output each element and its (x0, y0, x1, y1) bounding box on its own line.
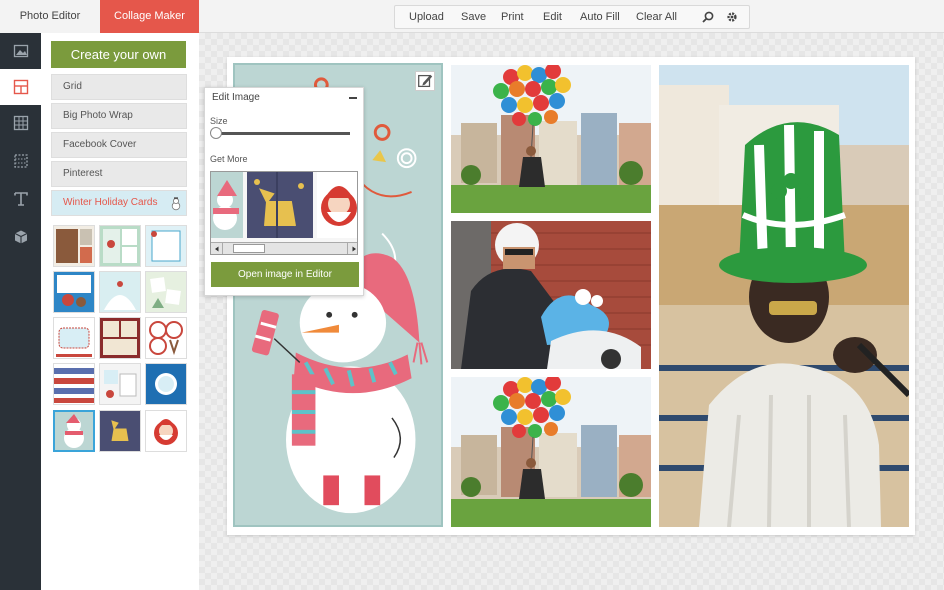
template-thumbnail[interactable] (99, 271, 141, 313)
category-winter-holiday-cards[interactable]: Winter Holiday Cards (51, 190, 187, 216)
rail-layout-icon[interactable] (0, 69, 41, 105)
collage-cell-balloons-bottom[interactable] (451, 377, 651, 527)
gear-icon[interactable] (725, 10, 739, 24)
category-big-photo-wrap[interactable]: Big Photo Wrap (51, 103, 187, 129)
pattern-icon (13, 154, 28, 168)
tab-photo-editor[interactable]: Photo Editor (0, 0, 100, 33)
search-icon[interactable] (701, 10, 715, 24)
rail-grid-icon[interactable] (0, 105, 41, 141)
category-label: Winter Holiday Cards (63, 197, 158, 208)
text-icon (13, 192, 28, 206)
category-grid[interactable]: Grid (51, 74, 187, 100)
template-thumbnail[interactable] (145, 363, 187, 405)
template-thumbnail[interactable] (145, 410, 187, 452)
size-slider-track[interactable] (214, 132, 350, 135)
image-icon (13, 44, 28, 58)
get-more-image-strip (210, 171, 358, 255)
save-button[interactable]: Save (461, 6, 486, 28)
grid-icon (13, 115, 28, 131)
scroll-right-icon[interactable] (347, 243, 357, 254)
template-thumbnail[interactable] (53, 363, 95, 405)
layout-icon (13, 79, 28, 95)
template-thumbnail[interactable] (99, 410, 141, 452)
edit-cell-icon[interactable] (415, 71, 435, 91)
collage-cell-balloons-top[interactable] (451, 65, 651, 213)
popup-title: Edit Image (212, 92, 260, 103)
minimize-icon[interactable] (349, 97, 357, 99)
scroll-left-icon[interactable] (211, 243, 223, 254)
collage-cell-rider[interactable] (451, 221, 651, 369)
open-image-in-editor-button[interactable]: Open image in Editor (211, 262, 359, 287)
template-thumbnail[interactable] (145, 225, 187, 267)
template-thumbnail[interactable] (53, 271, 95, 313)
get-more-thumbnail[interactable] (211, 172, 243, 238)
snowman-icon (171, 197, 181, 211)
template-thumbnail[interactable] (99, 225, 141, 267)
rail-box-icon[interactable] (0, 219, 41, 255)
auto-fill-button[interactable]: Auto Fill (580, 6, 620, 28)
size-slider-handle[interactable] (210, 127, 222, 139)
scroll-thumb[interactable] (233, 244, 265, 253)
category-facebook-cover[interactable]: Facebook Cover (51, 132, 187, 158)
create-your-own-button[interactable]: Create your own (51, 41, 186, 68)
template-panel: Create your own Grid Big Photo Wrap Face… (41, 33, 199, 590)
tool-rail (0, 33, 41, 590)
toolbar: Upload Save Print Edit Auto Fill Clear A… (394, 5, 750, 29)
strip-scrollbar[interactable] (211, 242, 357, 254)
edit-button[interactable]: Edit (543, 6, 562, 28)
template-thumbnail[interactable] (53, 317, 95, 359)
top-bar: Photo Editor Collage Maker Upload Save P… (0, 0, 944, 39)
clear-all-button[interactable]: Clear All (636, 6, 677, 28)
get-more-label: Get More (210, 154, 248, 164)
print-button[interactable]: Print (501, 6, 524, 28)
rail-pattern-icon[interactable] (0, 143, 41, 179)
get-more-thumbnail[interactable] (317, 172, 357, 238)
edit-image-popup: Edit Image Size Get More Open image in E… (204, 87, 364, 296)
template-thumbnail[interactable] (99, 363, 141, 405)
template-thumbnail[interactable] (53, 225, 95, 267)
rail-text-icon[interactable] (0, 181, 41, 217)
template-thumbnail[interactable] (145, 317, 187, 359)
collage-cell-hat-man[interactable] (659, 65, 909, 527)
upload-button[interactable]: Upload (409, 6, 444, 28)
tab-collage-maker[interactable]: Collage Maker (100, 0, 199, 39)
template-thumbnail[interactable] (145, 271, 187, 313)
rail-image-icon[interactable] (0, 33, 41, 69)
template-thumbnail-selected[interactable] (53, 410, 95, 452)
template-thumbnail[interactable] (99, 317, 141, 359)
category-pinterest[interactable]: Pinterest (51, 161, 187, 187)
box-icon (14, 230, 27, 244)
size-label: Size (210, 116, 228, 126)
get-more-thumbnail[interactable] (247, 172, 313, 238)
